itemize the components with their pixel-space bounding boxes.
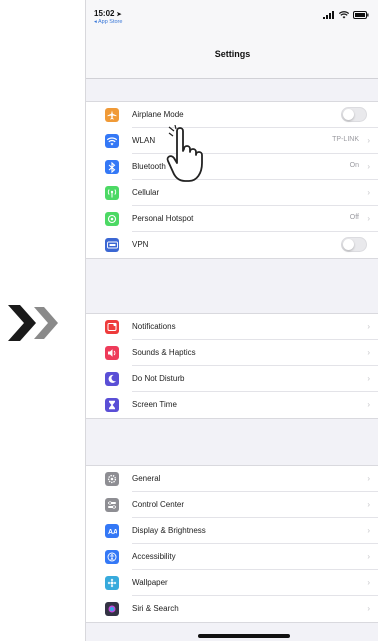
display-icon: AA — [105, 524, 119, 538]
settings-row-notifications[interactable]: Notifications › — [86, 314, 378, 340]
settings-row-wlan[interactable]: WLAN TP-LINK › — [86, 128, 378, 154]
screen: 15:02 ➤ ◂ App Store Settings Airplane Mo… — [0, 0, 378, 641]
settings-row-wallpaper[interactable]: Wallpaper › — [86, 570, 378, 596]
chevron-right-icon: › — [367, 136, 370, 145]
wifi-icon — [105, 134, 119, 148]
battery-icon — [353, 11, 369, 19]
double-chevron-right-icon — [8, 305, 58, 341]
settings-row-personal-hotspot[interactable]: Personal Hotspot Off › — [86, 206, 378, 232]
settings-row-label: Notifications — [132, 322, 176, 331]
settings-row-general[interactable]: General › — [86, 466, 378, 492]
settings-row-label: Screen Time — [132, 400, 177, 409]
tap-hand-icon — [166, 125, 203, 182]
page-title: Settings — [214, 49, 251, 59]
status-time-text: 15:02 — [94, 9, 115, 18]
settings-row-display-brightness[interactable]: AA Display & Brightness › — [86, 518, 378, 544]
home-indicator[interactable] — [198, 634, 290, 638]
status-icons — [323, 10, 369, 20]
bluetooth-icon — [105, 160, 119, 174]
gear-icon — [105, 472, 119, 486]
settings-row-label: Control Center — [132, 500, 185, 509]
wifi-signal-icon — [339, 11, 349, 19]
control-center-icon — [105, 498, 119, 512]
moon-icon — [105, 372, 119, 386]
settings-row-label: Personal Hotspot — [132, 214, 194, 223]
accessibility-icon — [105, 550, 119, 564]
settings-row-cellular[interactable]: Cellular › — [86, 180, 378, 206]
wlan-network-value: TP-LINK — [332, 136, 359, 143]
settings-row-vpn[interactable]: VPN — [86, 232, 378, 258]
settings-row-siri-search[interactable]: Siri & Search › — [86, 596, 378, 622]
airplane-icon — [105, 108, 119, 122]
settings-row-label: General — [132, 474, 161, 483]
settings-row-label: Siri & Search — [132, 604, 179, 613]
bluetooth-value: On — [349, 162, 359, 169]
chevron-right-icon: › — [367, 348, 370, 357]
settings-row-screen-time[interactable]: Screen Time › — [86, 392, 378, 418]
status-time: 15:02 ➤ — [94, 9, 122, 18]
chevron-right-icon: › — [367, 374, 370, 383]
airplane-mode-toggle[interactable] — [341, 107, 367, 122]
settings-row-bluetooth[interactable]: Bluetooth On › — [86, 154, 378, 180]
hourglass-icon — [105, 398, 119, 412]
status-bar: 15:02 ➤ ◂ App Store — [86, 0, 378, 34]
chevron-right-icon: › — [367, 526, 370, 535]
location-arrow-icon: ➤ — [116, 12, 122, 18]
settings-row-sounds-haptics[interactable]: Sounds & Haptics › — [86, 340, 378, 366]
settings-row-airplane-mode[interactable]: Airplane Mode — [86, 102, 378, 128]
settings-group-notifications: Notifications › Sounds & Haptics › Do No… — [86, 313, 378, 419]
settings-row-accessibility[interactable]: Accessibility › — [86, 544, 378, 570]
settings-row-do-not-disturb[interactable]: Do Not Disturb › — [86, 366, 378, 392]
settings-group-connectivity: Airplane Mode WLAN TP-LINK › Bluetooth O… — [86, 101, 378, 259]
toggle-knob — [343, 109, 354, 120]
settings-group-general: General › Control Center › AA Display & … — [86, 465, 378, 623]
settings-row-label: Display & Brightness — [132, 526, 206, 535]
chevron-right-icon: › — [367, 214, 370, 223]
chevron-right-icon: › — [367, 162, 370, 171]
settings-row-label: Accessibility — [132, 552, 176, 561]
settings-row-label: Do Not Disturb — [132, 374, 185, 383]
chevron-right-icon: › — [367, 552, 370, 561]
settings-row-control-center[interactable]: Control Center › — [86, 492, 378, 518]
phone-screen: 15:02 ➤ ◂ App Store Settings Airplane Mo… — [85, 0, 378, 641]
vpn-toggle[interactable] — [341, 237, 367, 252]
back-to-app-link[interactable]: ◂ App Store — [94, 19, 122, 25]
chevron-right-icon: › — [367, 500, 370, 509]
cellular-icon — [105, 186, 119, 200]
settings-row-label: Sounds & Haptics — [132, 348, 196, 357]
chevron-right-icon: › — [367, 400, 370, 409]
hotspot-value: Off — [349, 214, 359, 221]
settings-row-label: Wallpaper — [132, 578, 168, 587]
chevron-right-icon: › — [367, 474, 370, 483]
navigation-bar: Settings — [86, 34, 378, 79]
chevron-right-icon: › — [367, 578, 370, 587]
settings-row-label: Airplane Mode — [132, 110, 184, 119]
wallpaper-icon — [105, 576, 119, 590]
chevron-right-icon: › — [367, 188, 370, 197]
vpn-icon — [105, 238, 119, 252]
chevron-right-icon: › — [367, 322, 370, 331]
siri-icon — [105, 602, 119, 616]
settings-row-label: Bluetooth — [132, 162, 166, 171]
settings-row-label: WLAN — [132, 136, 156, 145]
toggle-knob — [343, 239, 354, 250]
notifications-icon — [105, 320, 119, 334]
hotspot-icon — [105, 212, 119, 226]
sounds-icon — [105, 346, 119, 360]
cellular-signal-icon — [323, 11, 334, 19]
settings-row-label: VPN — [132, 240, 149, 249]
chevron-right-icon: › — [367, 604, 370, 613]
svg-text:AA: AA — [108, 529, 117, 536]
settings-row-label: Cellular — [132, 188, 160, 197]
